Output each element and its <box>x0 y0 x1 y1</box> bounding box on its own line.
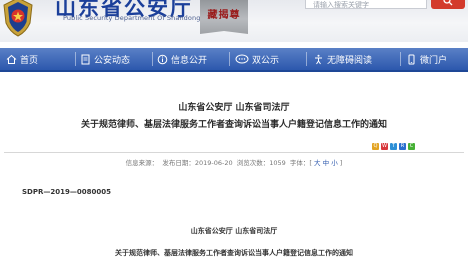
nav-item-label: 双公示 <box>252 55 280 66</box>
search-icon <box>443 0 453 6</box>
share-bar: Q W T R C <box>372 143 415 150</box>
accessibility-icon <box>315 54 322 64</box>
info-icon <box>157 54 168 64</box>
nav-item-home[interactable]: 首页 <box>6 48 38 70</box>
nav-item-label: 公安动态 <box>94 55 131 66</box>
meta-date: 发布日期：2019-06-20 <box>162 159 233 167</box>
wechat-share-icon[interactable]: C <box>408 143 415 150</box>
article-title: 关于规范律师、基层法律服务工作者查询诉讼当事人户籍登记信息工作的通知 <box>80 120 387 130</box>
font-size-small-button[interactable]: 小 <box>331 159 338 167</box>
meta-font-end: ] <box>339 159 343 167</box>
divider <box>4 152 464 153</box>
nav-divider <box>229 52 230 66</box>
nav-item-label: 首页 <box>20 55 39 66</box>
nav-item-police-news[interactable]: 公安动态 <box>80 48 130 70</box>
nav-divider <box>400 52 401 66</box>
chat-icon <box>235 54 249 63</box>
phone-icon <box>408 54 415 64</box>
nav-item-label: 信息公开 <box>171 55 208 66</box>
nav-item-double-publicity[interactable]: 双公示 <box>235 48 279 70</box>
font-size-medium-button[interactable]: 中 <box>323 159 330 167</box>
tencent-share-icon[interactable]: T <box>390 143 397 150</box>
motto-banner: 藏揭尊 <box>200 0 248 34</box>
nav-divider <box>152 52 153 66</box>
weibo-share-icon[interactable]: W <box>381 143 388 150</box>
body-title: 关于规范律师、基层法律服务工作者查询诉讼当事人户籍登记信息工作的通知 <box>115 249 353 257</box>
search-input[interactable]: 请输入搜索关键字 <box>305 0 427 9</box>
nav-divider <box>75 52 76 66</box>
article-issuers: 山东省公安厅 山东省司法厅 <box>178 103 290 113</box>
police-emblem-icon <box>2 0 34 37</box>
article-meta: 信息来源： 发布日期：2019-06-20 浏览次数：1059 字体：[ 大 中… <box>0 157 468 167</box>
renren-share-icon[interactable]: R <box>399 143 406 150</box>
nav-item-info-disclosure[interactable]: 信息公开 <box>157 48 207 70</box>
meta-source: 信息来源： <box>125 159 159 167</box>
nav-item-label: 微门户 <box>420 55 448 66</box>
font-size-large-button[interactable]: 大 <box>314 159 321 167</box>
qzone-share-icon[interactable]: Q <box>372 143 379 150</box>
main-nav: 首页 公安动态 信息公开 双公示 无障碍阅读 微门户 <box>0 48 468 72</box>
search-button[interactable] <box>431 0 465 9</box>
meta-font-label: 字体：[ <box>289 159 312 167</box>
meta-views: 浏览次数：1059 <box>236 159 286 167</box>
nav-item-accessible-reading[interactable]: 无障碍阅读 <box>313 48 372 70</box>
nav-item-label: 无障碍阅读 <box>327 55 373 66</box>
body-issuers: 山东省公安厅 山东省司法厅 <box>190 227 278 235</box>
document-icon <box>81 54 90 64</box>
nav-item-micro-portal[interactable]: 微门户 <box>406 48 447 70</box>
site-header: 山东省公安厅 Public Security Department Of Sha… <box>0 0 468 42</box>
nav-divider <box>306 52 307 66</box>
home-icon <box>6 54 17 64</box>
motto-text: 藏揭尊 <box>207 10 241 21</box>
document-number: SDPR—2019—0080005 <box>22 188 111 196</box>
